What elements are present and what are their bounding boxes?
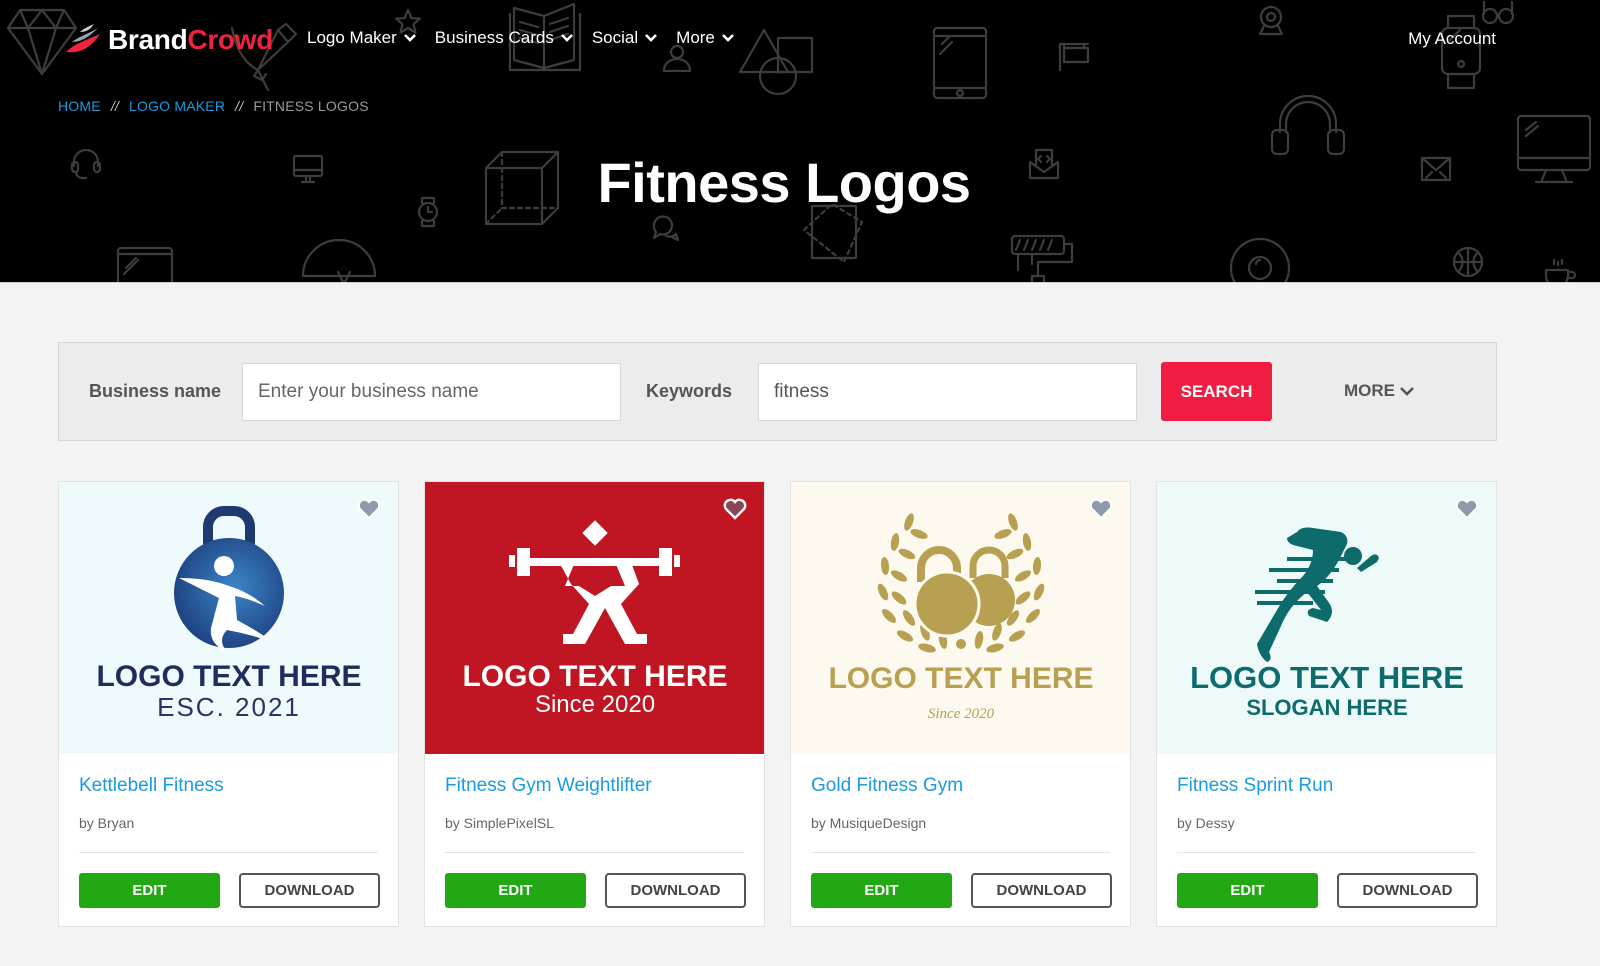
breadcrumb-home[interactable]: HOME bbox=[58, 98, 101, 114]
chevron-down-icon bbox=[1400, 386, 1414, 396]
logo-card[interactable]: LOGO TEXT HERE Since 2020 Gold Fitness G… bbox=[790, 481, 1131, 927]
chevron-down-icon bbox=[560, 34, 573, 42]
card-title[interactable]: Fitness Gym Weightlifter bbox=[445, 775, 652, 797]
logo-card[interactable]: LOGO TEXT HERE Since 2020 Fitness Gym We… bbox=[424, 481, 765, 927]
favorite-heart-icon[interactable] bbox=[723, 498, 747, 520]
favorite-heart-icon[interactable] bbox=[1089, 498, 1113, 520]
favorite-heart-icon[interactable] bbox=[1455, 498, 1479, 520]
nav-social[interactable]: Social bbox=[592, 28, 658, 48]
logo-sample-text: LOGO TEXT HERE bbox=[828, 662, 1093, 695]
divider bbox=[79, 852, 378, 853]
logo-preview[interactable]: LOGO TEXT HERE ESC. 2021 bbox=[59, 482, 398, 754]
edit-button[interactable]: EDIT bbox=[445, 873, 586, 908]
chevron-down-icon bbox=[403, 34, 416, 42]
logo-search-bar: Business name Keywords SEARCH MORE bbox=[58, 342, 1497, 441]
logo-sample-text: LOGO TEXT HERE bbox=[462, 660, 727, 693]
laurel-kettlebells-icon: LOGO TEXT HERE Since 2020 bbox=[828, 513, 1094, 722]
chevron-down-icon bbox=[645, 34, 658, 42]
edit-button[interactable]: EDIT bbox=[79, 873, 220, 908]
divider bbox=[445, 852, 744, 853]
top-navigation: BrandCrowd Logo Maker Business Cards Soc… bbox=[0, 0, 1600, 80]
main-nav: Logo Maker Business Cards Social More bbox=[307, 28, 735, 48]
weightlifter-icon: LOGO TEXT HERE Since 2020 bbox=[462, 520, 728, 718]
kettlebell-figure-icon: LOGO TEXT HERE ESC. 2021 bbox=[96, 506, 362, 722]
card-author: by Bryan bbox=[79, 815, 135, 831]
brand-flame-icon bbox=[66, 24, 100, 53]
logo-sample-text: LOGO TEXT HERE bbox=[1190, 660, 1464, 695]
card-author: by SimplePixelSL bbox=[445, 815, 554, 831]
breadcrumb-separator: // bbox=[235, 98, 244, 114]
nav-logo-maker[interactable]: Logo Maker bbox=[307, 28, 417, 48]
coffee-cup-icon bbox=[1544, 258, 1576, 282]
nav-business-cards[interactable]: Business Cards bbox=[435, 28, 574, 48]
brand-name: BrandCrowd bbox=[108, 24, 274, 55]
download-button[interactable]: DOWNLOAD bbox=[239, 873, 380, 908]
logo-sample-tagline: ESC. 2021 bbox=[157, 692, 301, 722]
keywords-label: Keywords bbox=[646, 381, 733, 401]
chevron-down-icon bbox=[721, 34, 734, 42]
logo-preview[interactable]: LOGO TEXT HERE Since 2020 bbox=[791, 482, 1130, 754]
hero-header: BrandCrowd Logo Maker Business Cards Soc… bbox=[0, 0, 1600, 283]
logo-card[interactable]: LOGO TEXT HERE SLOGAN HERE Fitness Sprin… bbox=[1156, 481, 1497, 927]
chat-bubbles-icon bbox=[652, 215, 680, 242]
breadcrumb-logo-maker[interactable]: LOGO MAKER bbox=[129, 98, 225, 114]
vinyl-disc-icon bbox=[1229, 237, 1291, 282]
download-button[interactable]: DOWNLOAD bbox=[1337, 873, 1478, 908]
card-title[interactable]: Fitness Sprint Run bbox=[1177, 775, 1333, 797]
logo-card[interactable]: LOGO TEXT HERE ESC. 2021 Kettlebell Fitn… bbox=[58, 481, 399, 927]
edit-button[interactable]: EDIT bbox=[1177, 873, 1318, 908]
business-name-label: Business name bbox=[89, 381, 222, 401]
card-title[interactable]: Kettlebell Fitness bbox=[79, 775, 224, 797]
logo-sample-tagline: SLOGAN HERE bbox=[1246, 695, 1407, 720]
logo-sample-tagline: Since 2020 bbox=[928, 706, 995, 722]
pie-chart-icon bbox=[301, 238, 377, 282]
breadcrumb: HOME // LOGO MAKER // FITNESS LOGOS bbox=[58, 98, 369, 114]
card-author: by MusiqueDesign bbox=[811, 815, 927, 831]
tablet-landscape-icon bbox=[116, 246, 174, 282]
business-name-input[interactable] bbox=[242, 363, 621, 421]
edit-button[interactable]: EDIT bbox=[811, 873, 952, 908]
card-title[interactable]: Gold Fitness Gym bbox=[811, 775, 963, 797]
my-account-link[interactable]: My Account bbox=[1408, 29, 1496, 49]
keywords-input[interactable] bbox=[758, 363, 1137, 421]
favorite-heart-icon[interactable] bbox=[357, 498, 381, 520]
divider bbox=[811, 852, 1110, 853]
download-button[interactable]: DOWNLOAD bbox=[605, 873, 746, 908]
brandcrowd-logo[interactable]: BrandCrowd bbox=[60, 22, 273, 58]
sprinter-icon: LOGO TEXT HERE SLOGAN HERE bbox=[1190, 527, 1464, 720]
more-filters-button[interactable]: MORE bbox=[1344, 381, 1415, 401]
page-title: Fitness Logos bbox=[597, 151, 971, 214]
breadcrumb-current: FITNESS LOGOS bbox=[253, 98, 369, 114]
basketball-icon bbox=[1452, 246, 1484, 278]
divider bbox=[1177, 852, 1476, 853]
search-button[interactable]: SEARCH bbox=[1161, 362, 1272, 421]
download-button[interactable]: DOWNLOAD bbox=[971, 873, 1112, 908]
card-author: by Dessy bbox=[1177, 815, 1235, 831]
logo-sample-text: LOGO TEXT HERE bbox=[96, 660, 361, 693]
nav-more[interactable]: More bbox=[676, 28, 735, 48]
logo-preview[interactable]: LOGO TEXT HERE SLOGAN HERE bbox=[1157, 482, 1496, 754]
logo-preview[interactable]: LOGO TEXT HERE Since 2020 bbox=[425, 482, 764, 754]
headphones-icon bbox=[1270, 94, 1346, 156]
logo-sample-tagline: Since 2020 bbox=[535, 691, 655, 718]
breadcrumb-separator: // bbox=[110, 98, 119, 114]
paint-roller-icon bbox=[1010, 234, 1074, 282]
